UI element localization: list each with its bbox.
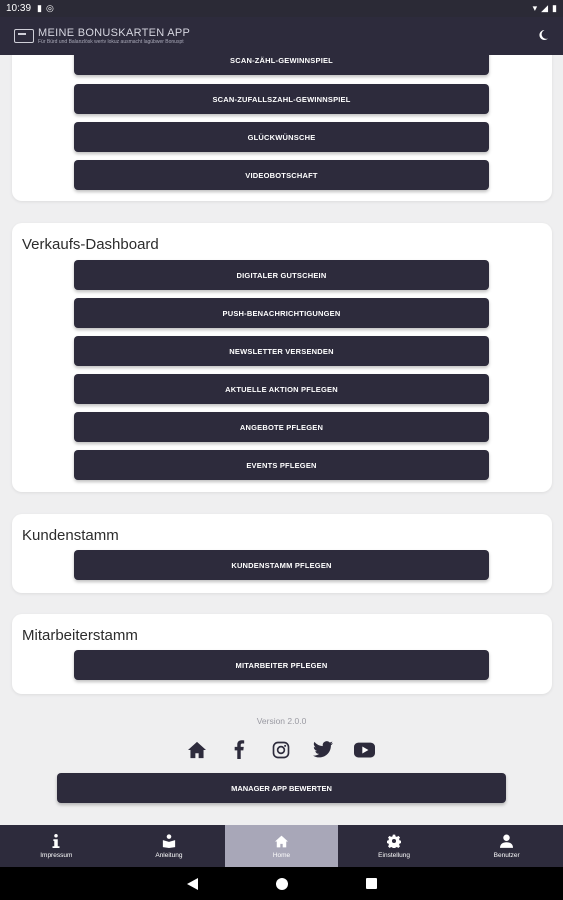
wifi-icon: ▾ bbox=[532, 3, 538, 13]
tab-label: Impressum bbox=[40, 852, 73, 859]
status-bar: 10:39 ▮ ◎ ▾ ◢ ▮ bbox=[0, 0, 563, 17]
tab-einstellung[interactable]: Einstellung bbox=[338, 825, 451, 867]
digital-voucher-button[interactable]: DIGITALER GUTSCHEIN bbox=[74, 260, 489, 290]
main-content: SCAN-ZÄHL-GEWINNSPIEL SCAN-ZUFALLSZAHL-G… bbox=[0, 55, 563, 825]
app-logo: MEINE BONUSKARTEN APP Für Bürd und Balan… bbox=[14, 26, 191, 45]
home-icon[interactable] bbox=[186, 739, 207, 760]
moon-icon[interactable] bbox=[537, 29, 549, 44]
greetings-button[interactable]: GLÜCKWÜNSCHE bbox=[74, 122, 489, 152]
home-icon bbox=[274, 833, 289, 849]
scan-random-game-button[interactable]: SCAN-ZUFALLSZAHL-GEWINNSPIEL bbox=[74, 84, 489, 114]
send-newsletter-button[interactable]: NEWSLETTER VERSENDEN bbox=[74, 336, 489, 366]
staff-card: Mitarbeiterstamm MITARBEITER PFLEGEN bbox=[12, 614, 552, 694]
customers-card: Kundenstamm KUNDENSTAMM PFLEGEN bbox=[12, 514, 552, 593]
tab-impressum[interactable]: Impressum bbox=[0, 825, 113, 867]
tab-label: Anleitung bbox=[155, 852, 183, 859]
push-notifications-button[interactable]: PUSH-BENACHRICHTIGUNGEN bbox=[74, 298, 489, 328]
notification-icon: ▮ bbox=[37, 3, 42, 13]
sales-dashboard-card: Verkaufs-Dashboard DIGITALER GUTSCHEIN P… bbox=[12, 223, 552, 492]
twitter-icon[interactable] bbox=[312, 739, 333, 760]
sync-icon: ◎ bbox=[45, 3, 54, 13]
book-reader-icon bbox=[162, 833, 176, 849]
current-action-button[interactable]: AKTUELLE AKTION PFLEGEN bbox=[74, 374, 489, 404]
app-bar: MEINE BONUSKARTEN APP Für Bürd und Balan… bbox=[0, 17, 563, 55]
tab-home[interactable]: Home bbox=[225, 825, 338, 867]
scan-count-game-button[interactable]: SCAN-ZÄHL-GEWINNSPIEL bbox=[74, 55, 489, 75]
tab-benutzer[interactable]: Benutzer bbox=[450, 825, 563, 867]
staff-title: Mitarbeiterstamm bbox=[22, 627, 138, 644]
customers-title: Kundenstamm bbox=[22, 527, 119, 544]
tab-label: Benutzer bbox=[493, 852, 520, 859]
battery-icon: ▮ bbox=[552, 3, 557, 13]
games-card: SCAN-ZÄHL-GEWINNSPIEL SCAN-ZUFALLSZAHL-G… bbox=[12, 55, 552, 201]
system-nav-bar bbox=[0, 867, 563, 900]
tab-anleitung[interactable]: Anleitung bbox=[113, 825, 226, 867]
logo-title: MEINE BONUSKARTEN APP bbox=[38, 26, 191, 39]
home-nav-icon[interactable] bbox=[275, 877, 288, 890]
offers-button[interactable]: ANGEBOTE PFLEGEN bbox=[74, 412, 489, 442]
card-icon bbox=[14, 29, 34, 43]
instagram-icon[interactable] bbox=[270, 739, 291, 760]
info-icon bbox=[52, 833, 60, 849]
rate-app-button[interactable]: MANAGER APP BEWERTEN bbox=[57, 773, 506, 803]
tab-label: Home bbox=[272, 852, 291, 859]
gear-icon bbox=[387, 833, 402, 849]
signal-icon: ◢ bbox=[541, 3, 549, 13]
sales-dashboard-title: Verkaufs-Dashboard bbox=[22, 236, 159, 253]
manage-customers-button[interactable]: KUNDENSTAMM PFLEGEN bbox=[74, 550, 489, 580]
facebook-icon[interactable] bbox=[228, 739, 249, 760]
logo-subtitle: Für Bürd und Balanzlösk wertv lokuz ausm… bbox=[38, 38, 184, 45]
version-label: Version 2.0.0 bbox=[256, 716, 307, 726]
recents-icon[interactable] bbox=[365, 878, 377, 889]
bottom-tab-bar: Impressum Anleitung Home Einstellung Ben… bbox=[0, 825, 563, 867]
manage-staff-button[interactable]: MITARBEITER PFLEGEN bbox=[74, 650, 489, 680]
user-icon bbox=[500, 833, 514, 849]
social-links bbox=[186, 739, 375, 760]
events-button[interactable]: EVENTS PFLEGEN bbox=[74, 450, 489, 480]
youtube-icon[interactable] bbox=[354, 739, 375, 760]
status-time: 10:39 bbox=[6, 3, 32, 14]
back-icon[interactable] bbox=[186, 877, 198, 890]
tab-label: Einstellung bbox=[378, 852, 410, 859]
video-message-button[interactable]: VIDEOBOTSCHAFT bbox=[74, 160, 489, 190]
